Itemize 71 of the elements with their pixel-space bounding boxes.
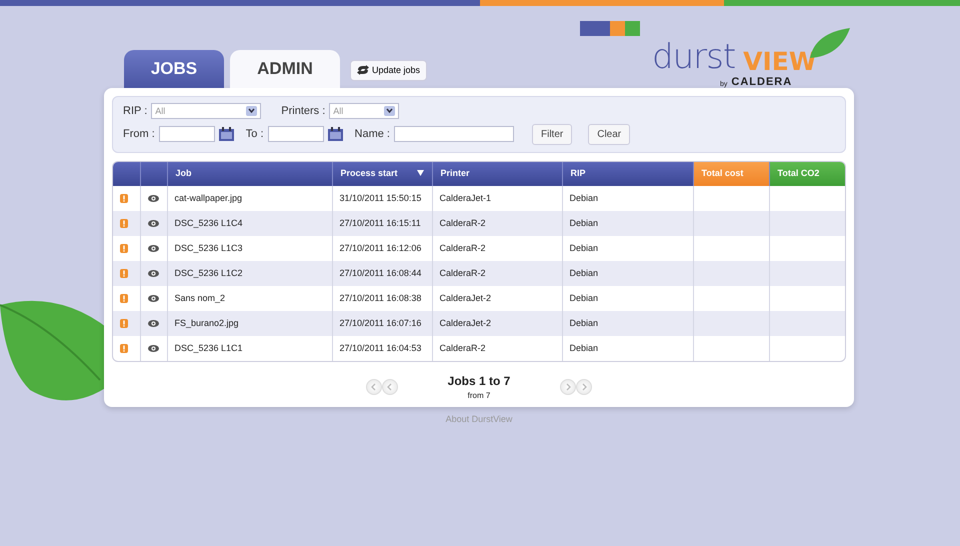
column-label: Total CO2	[778, 168, 820, 178]
column-header[interactable]	[140, 162, 167, 186]
table-cell: DSC_5236 L1C4	[167, 211, 332, 236]
warning-icon	[120, 194, 128, 203]
column-header[interactable]	[113, 162, 140, 186]
column-header[interactable]: RIP	[562, 162, 693, 186]
input-field[interactable]	[394, 126, 514, 142]
column-header[interactable]: Job	[167, 162, 332, 186]
table-cell: 27/10/2011 16:07:16	[332, 311, 432, 336]
filter-button[interactable]: Filter	[532, 124, 572, 144]
table-cell: 27/10/2011 16:08:44	[332, 261, 432, 286]
tab[interactable]: JOBS	[124, 50, 224, 88]
table-cell: Debian	[562, 261, 693, 286]
pagination-title: Jobs 1 to 7	[448, 373, 510, 390]
input-field[interactable]	[158, 126, 215, 142]
table-cell: FS_burano2.jpg	[167, 311, 332, 336]
first-page-button[interactable]	[366, 379, 382, 395]
column-label: Total cost	[702, 168, 744, 178]
field-label: From :	[123, 126, 155, 142]
view-icon[interactable]	[148, 244, 159, 252]
column-label: Process start	[340, 168, 398, 178]
column-header[interactable]: Process start	[332, 162, 432, 186]
logo-maker: CALDERA	[731, 75, 792, 90]
tab[interactable]: ADMIN	[230, 50, 340, 88]
previous-page-button[interactable]	[382, 379, 398, 395]
view-icon[interactable]	[148, 294, 159, 302]
view-icon[interactable]	[148, 220, 159, 227]
table-cell: 27/10/2011 16:04:53	[332, 336, 432, 361]
calendar-icon	[218, 127, 234, 141]
table-cell: Debian	[562, 336, 693, 361]
sort-icon	[416, 170, 424, 176]
dropdown-icon	[384, 106, 396, 116]
calendar-icon	[328, 127, 343, 141]
warning-icon	[120, 244, 128, 253]
warning-icon	[120, 344, 128, 353]
table-cell: CalderaR-2	[432, 261, 562, 286]
view-icon[interactable]	[148, 344, 159, 352]
view-icon[interactable]	[148, 194, 159, 202]
field-label: Printers :	[281, 104, 326, 119]
view-icon[interactable]	[148, 320, 159, 327]
table-cell: CalderaR-2	[432, 336, 562, 361]
warning-icon	[120, 318, 128, 328]
clear-button[interactable]: Clear	[588, 124, 630, 144]
column-label: Job	[176, 168, 192, 178]
warning-icon	[120, 294, 128, 303]
dropdown-icon	[246, 106, 258, 116]
warning-icon	[120, 218, 128, 228]
field-label: RIP :	[123, 104, 148, 119]
logo-text: VIEW	[743, 49, 816, 74]
table-cell: Debian	[562, 211, 693, 236]
next-page-button[interactable]	[560, 379, 576, 395]
input-field[interactable]	[268, 126, 324, 142]
view-icon[interactable]	[148, 270, 159, 277]
table-cell: DSC_5236 L1C1	[167, 336, 332, 361]
refresh-icon	[357, 65, 369, 76]
table-cell: CalderaR-2	[432, 211, 562, 236]
column-header[interactable]: Printer	[432, 162, 562, 186]
table-cell: DSC_5236 L1C2	[167, 261, 332, 286]
pagination-subtitle: from 7	[466, 390, 492, 402]
table-cell: 27/10/2011 16:15:11	[332, 211, 432, 236]
column-label: RIP	[570, 168, 586, 178]
field-label: Name :	[354, 126, 390, 142]
update-jobs-button[interactable]: Update jobs	[350, 60, 428, 81]
table-cell: CalderaJet-2	[432, 311, 562, 336]
column-label: Printer	[440, 168, 470, 178]
logo-text: durst	[652, 40, 736, 74]
logo-squares-icon	[580, 21, 640, 36]
field-label: To :	[246, 126, 264, 142]
last-page-button[interactable]	[576, 379, 592, 395]
table-cell: Debian	[562, 311, 693, 336]
warning-icon	[120, 268, 128, 278]
